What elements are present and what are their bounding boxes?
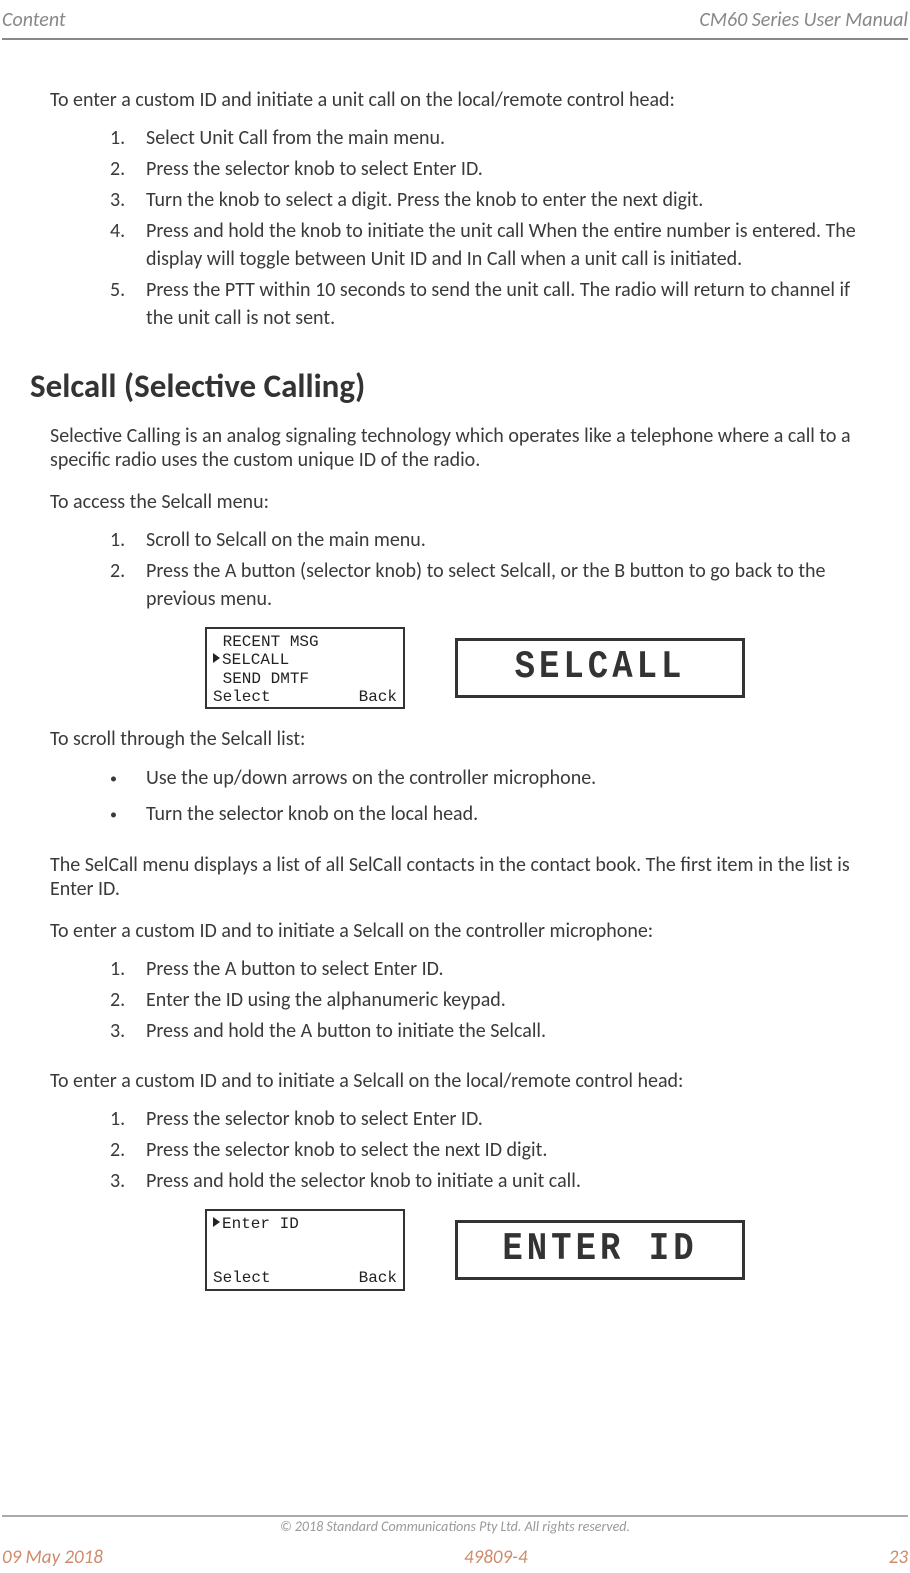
intro-unitcall: To enter a custom ID and initiate a unit… bbox=[50, 88, 860, 112]
segment-display-selcall: SELCALL bbox=[455, 638, 745, 698]
para-selcall-desc: Selective Calling is an analog signaling… bbox=[50, 424, 860, 472]
page-header: Content CM60 Series User Manual bbox=[0, 0, 910, 32]
lcd-row: RECENT MSG bbox=[213, 633, 397, 651]
list-item: 2.Press the selector knob to select the … bbox=[110, 1136, 860, 1164]
list-item: •Use the up/down arrows on the controlle… bbox=[110, 763, 860, 793]
softkey-select: Select bbox=[213, 688, 271, 706]
list-custommic: 1.Press the A button to select Enter ID.… bbox=[110, 955, 860, 1045]
lcd-menu-enterid: Enter ID Select Back bbox=[205, 1209, 405, 1291]
para-access: To access the Selcall menu: bbox=[50, 490, 860, 514]
lcd-menu-selcall: RECENT MSG SELCALL SEND DMTF Select Back bbox=[205, 627, 405, 709]
para-customhead: To enter a custom ID and to initiate a S… bbox=[50, 1069, 860, 1093]
header-left: Content bbox=[2, 8, 66, 32]
para-scroll: To scroll through the Selcall list: bbox=[50, 727, 860, 751]
lcd-row-selected: Enter ID bbox=[213, 1215, 397, 1233]
list-access: 1.Scroll to Selcall on the main menu. 2.… bbox=[110, 526, 860, 613]
softkey-select: Select bbox=[213, 1269, 271, 1287]
list-item: •Turn the selector knob on the local hea… bbox=[110, 799, 860, 829]
page-footer: 09 May 2018 49809-4 23 bbox=[2, 1546, 908, 1569]
lcd-softkeys: Select Back bbox=[213, 1269, 397, 1287]
lcd-row bbox=[213, 1233, 397, 1251]
footer-date: 09 May 2018 bbox=[2, 1546, 103, 1569]
footer-pagenum: 23 bbox=[889, 1546, 908, 1569]
list-item: 3.Press and hold the A button to initiat… bbox=[110, 1017, 860, 1045]
lcd-softkeys: Select Back bbox=[213, 688, 397, 706]
screen-row-1: RECENT MSG SELCALL SEND DMTF SelectBack … bbox=[205, 627, 860, 709]
segment-display-enterid: ENTER ID bbox=[455, 1220, 745, 1280]
list-item: 1.Scroll to Selcall on the main menu. bbox=[110, 526, 860, 554]
para-contacts: The SelCall menu displays a list of all … bbox=[50, 853, 860, 901]
softkey-back: Back bbox=[359, 688, 397, 706]
list-item: 5.Press the PTT within 10 seconds to sen… bbox=[110, 276, 860, 332]
list-item: 2.Press the selector knob to select Ente… bbox=[110, 155, 860, 183]
lcd-row: SEND DMTF bbox=[213, 670, 397, 688]
copyright: © 2018 Standard Communications Pty Ltd. … bbox=[0, 1518, 910, 1535]
list-item: 1.Press the selector knob to select Ente… bbox=[110, 1105, 860, 1133]
header-right: CM60 Series User Manual bbox=[699, 8, 908, 32]
list-item: 2.Press the A button (selector knob) to … bbox=[110, 557, 860, 613]
footer-rule bbox=[2, 1515, 908, 1517]
list-item: 1.Press the A button to select Enter ID. bbox=[110, 955, 860, 983]
list-customhead: 1.Press the selector knob to select Ente… bbox=[110, 1105, 860, 1195]
lcd-row-selected: SELCALL bbox=[213, 651, 397, 669]
list-item: 4.Press and hold the knob to initiate th… bbox=[110, 217, 860, 273]
footer-docnum: 49809-4 bbox=[464, 1546, 528, 1569]
list-item: 3.Turn the knob to select a digit. Press… bbox=[110, 186, 860, 214]
content-body: To enter a custom ID and initiate a unit… bbox=[0, 40, 910, 1291]
list-unitcall: 1.Select Unit Call from the main menu. 2… bbox=[110, 124, 860, 332]
list-scroll: •Use the up/down arrows on the controlle… bbox=[110, 763, 860, 829]
softkey-back: Back bbox=[359, 1269, 397, 1287]
caret-icon bbox=[213, 653, 220, 663]
section-heading-selcall: Selcall (Selective Calling) bbox=[30, 366, 860, 406]
list-item: 3.Press and hold the selector knob to in… bbox=[110, 1167, 860, 1195]
para-custommic: To enter a custom ID and to initiate a S… bbox=[50, 919, 860, 943]
list-item: 2.Enter the ID using the alphanumeric ke… bbox=[110, 986, 860, 1014]
screen-row-2: Enter ID Select Back ENTER ID bbox=[205, 1209, 860, 1291]
caret-icon bbox=[213, 1217, 220, 1227]
list-item: 1.Select Unit Call from the main menu. bbox=[110, 124, 860, 152]
